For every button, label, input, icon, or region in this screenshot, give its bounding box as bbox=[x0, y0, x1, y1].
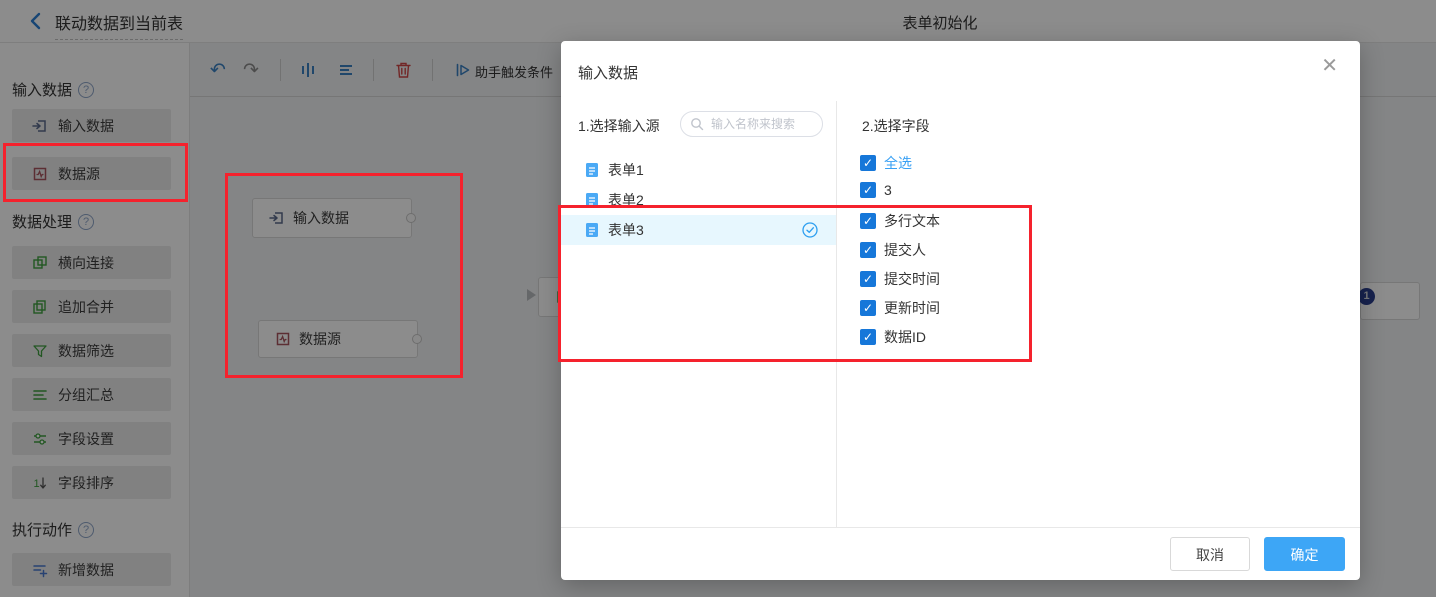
field-label: 提交人 bbox=[884, 240, 926, 260]
form-doc-icon bbox=[585, 192, 599, 208]
modal-footer: 取消 确定 bbox=[561, 527, 1360, 580]
checkbox-checked-icon[interactable]: ✓ bbox=[860, 213, 876, 229]
source-section-label: 1.选择输入源 bbox=[578, 116, 660, 136]
app-window: 联动数据到当前表 表单初始化 输入数据 ? 输入数据 数据源 数据处理 ? 横向… bbox=[0, 0, 1436, 597]
form-doc-icon bbox=[585, 162, 599, 178]
checkbox-field-data-id[interactable]: ✓ 数据ID bbox=[860, 327, 926, 347]
checkbox-checked-icon[interactable]: ✓ bbox=[860, 242, 876, 258]
checkbox-checked-icon[interactable]: ✓ bbox=[860, 155, 876, 171]
confirm-button[interactable]: 确定 bbox=[1264, 537, 1345, 571]
select-all-link[interactable]: 全选 bbox=[884, 153, 912, 173]
check-circle-icon bbox=[802, 222, 818, 238]
source-item-label: 表单3 bbox=[608, 220, 644, 240]
source-item-label: 表单2 bbox=[608, 190, 644, 210]
modal-title: 输入数据 bbox=[578, 62, 638, 83]
fields-section-label: 2.选择字段 bbox=[862, 116, 930, 136]
search-icon bbox=[690, 117, 704, 131]
checkbox-field-3[interactable]: ✓ 3 bbox=[860, 182, 892, 198]
field-label: 数据ID bbox=[884, 327, 926, 347]
checkbox-field-multiline[interactable]: ✓ 多行文本 bbox=[860, 211, 940, 231]
column-divider bbox=[836, 101, 837, 528]
close-icon[interactable]: ✕ bbox=[1321, 56, 1338, 76]
source-item-form2[interactable]: 表单2 bbox=[561, 185, 836, 215]
checkbox-checked-icon[interactable]: ✓ bbox=[860, 329, 876, 345]
field-label: 更新时间 bbox=[884, 298, 940, 318]
source-item-form1[interactable]: 表单1 bbox=[561, 155, 836, 185]
checkbox-field-update-time[interactable]: ✓ 更新时间 bbox=[860, 298, 940, 318]
form-doc-icon bbox=[585, 222, 599, 238]
input-data-modal: 输入数据 ✕ 1.选择输入源 表单1 表单2 表单3 2.选择字段 ✓ 全选 bbox=[561, 41, 1360, 580]
field-label: 多行文本 bbox=[884, 211, 940, 231]
checkbox-field-submit-time[interactable]: ✓ 提交时间 bbox=[860, 269, 940, 289]
source-item-label: 表单1 bbox=[608, 160, 644, 180]
source-search bbox=[680, 111, 823, 137]
checkbox-checked-icon[interactable]: ✓ bbox=[860, 182, 876, 198]
field-label: 3 bbox=[884, 182, 892, 198]
checkbox-field-submitter[interactable]: ✓ 提交人 bbox=[860, 240, 926, 260]
source-item-form3-selected[interactable]: 表单3 bbox=[561, 215, 836, 245]
checkbox-checked-icon[interactable]: ✓ bbox=[860, 300, 876, 316]
checkbox-checked-icon[interactable]: ✓ bbox=[860, 271, 876, 287]
cancel-button[interactable]: 取消 bbox=[1170, 537, 1250, 571]
field-label: 提交时间 bbox=[884, 269, 940, 289]
checkbox-select-all[interactable]: ✓ 全选 bbox=[860, 153, 912, 173]
